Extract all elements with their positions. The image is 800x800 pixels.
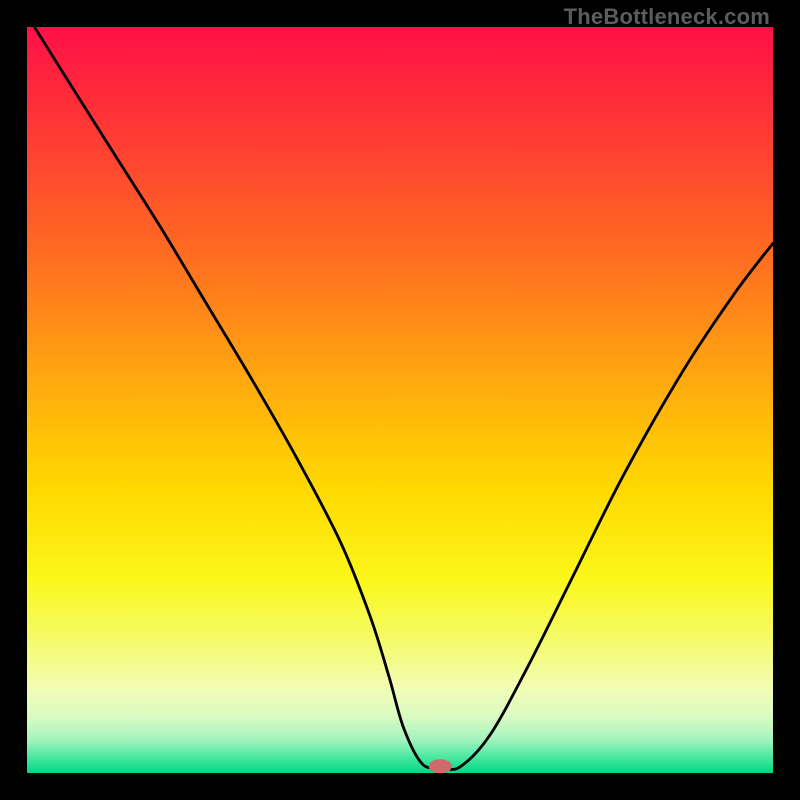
gradient-background: [27, 27, 773, 773]
optimum-point: [429, 759, 452, 773]
chart-svg: [27, 27, 773, 773]
chart-frame: TheBottleneck.com: [0, 0, 800, 800]
plot-area: [27, 27, 773, 773]
